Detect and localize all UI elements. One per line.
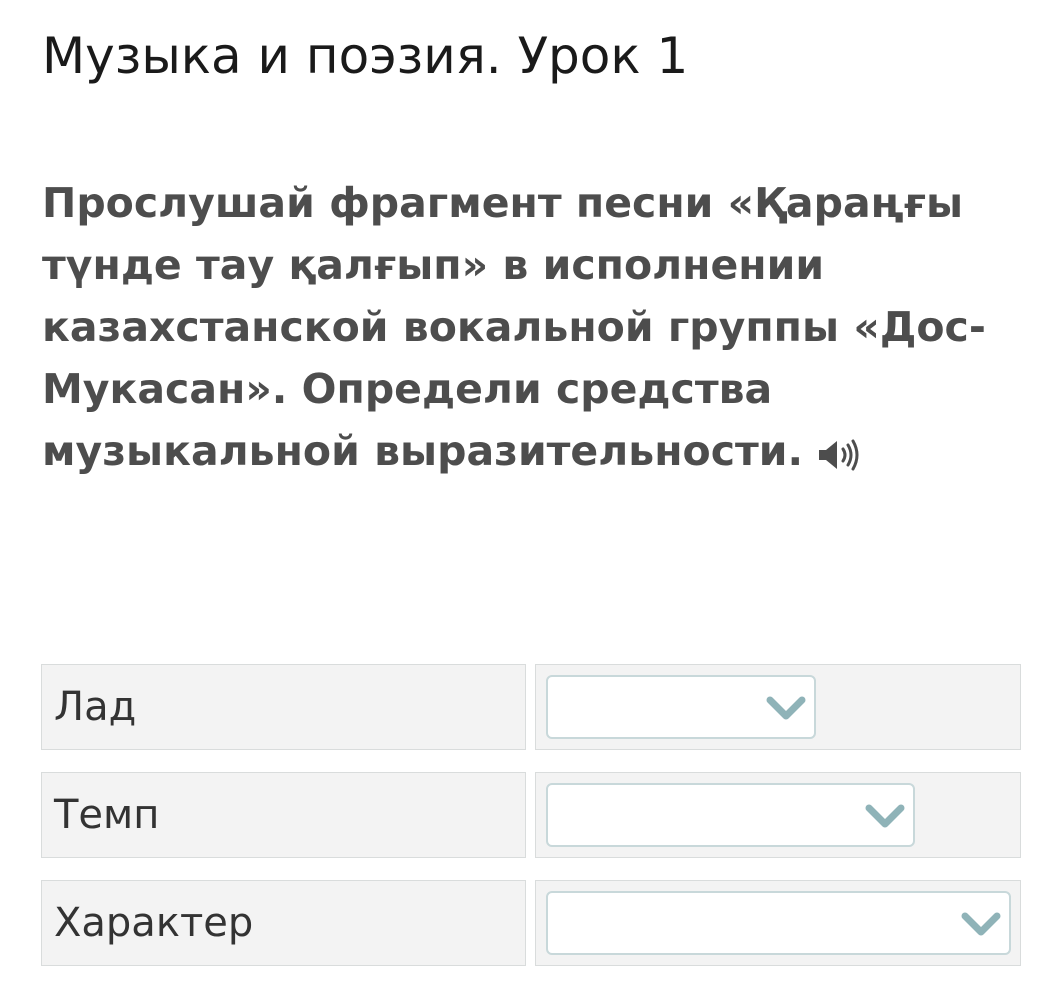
chevron-down-icon	[865, 804, 905, 828]
chevron-down-icon	[766, 696, 806, 720]
row-label-lad: Лад	[41, 664, 526, 750]
answer-cell-lad	[535, 664, 1021, 750]
question-block: Прослушай фрагмент песни «Қараңғы түнде …	[42, 172, 1032, 482]
character-select[interactable]	[546, 891, 1011, 955]
lad-select[interactable]	[546, 675, 816, 739]
page-title: Музыка и поэзия. Урок 1	[42, 27, 689, 85]
answer-cell-tempo	[535, 772, 1021, 858]
chevron-down-icon	[961, 912, 1001, 936]
tempo-select[interactable]	[546, 783, 915, 847]
row-label-text: Лад	[54, 684, 137, 730]
row-label-text: Темп	[54, 792, 160, 838]
row-label-character: Характер	[41, 880, 526, 966]
row-label-tempo: Темп	[41, 772, 526, 858]
answer-cell-character	[535, 880, 1021, 966]
speaker-icon[interactable]	[815, 430, 863, 471]
row-label-text: Характер	[54, 900, 254, 946]
